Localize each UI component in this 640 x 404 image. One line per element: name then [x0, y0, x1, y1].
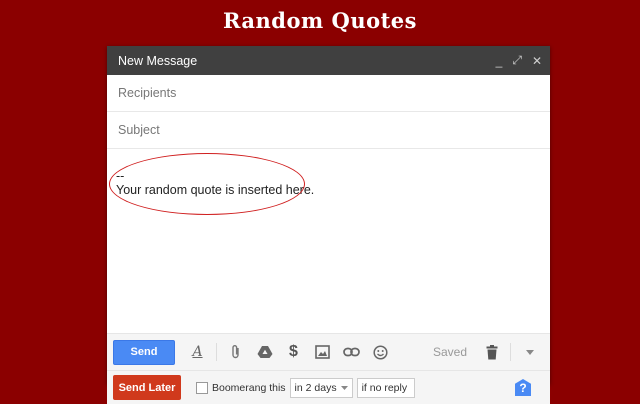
boomerang-checkbox[interactable] — [196, 381, 208, 394]
expand-icon[interactable]: ⤢ — [512, 53, 522, 68]
recipients-input[interactable] — [116, 85, 540, 101]
toolbar-separator — [216, 343, 217, 361]
money-icon[interactable]: $ — [279, 343, 308, 361]
message-body[interactable]: -- Your random quote is inserted here. — [107, 149, 550, 313]
subject-row — [107, 112, 550, 149]
compose-toolbar: Send A $ Saved — [107, 333, 550, 370]
drive-icon[interactable] — [250, 345, 279, 359]
condition-select[interactable]: if no reply — [356, 377, 415, 398]
send-later-button[interactable]: Send Later — [113, 375, 181, 400]
interval-select[interactable]: in 2 days — [289, 377, 353, 398]
money-glyph: $ — [289, 343, 298, 360]
chevron-down-icon — [340, 385, 348, 390]
formatting-icon[interactable]: A — [183, 344, 212, 360]
saved-status: Saved — [432, 345, 467, 359]
minimize-icon[interactable]: _ — [496, 54, 503, 68]
subject-input[interactable] — [116, 122, 540, 138]
send-button[interactable]: Send — [113, 339, 175, 365]
attachment-icon[interactable] — [221, 344, 250, 360]
photo-icon[interactable] — [308, 345, 337, 359]
close-icon[interactable]: ✕ — [532, 54, 542, 68]
page-title: Random Quotes — [223, 8, 417, 33]
compose-window: New Message _ ⤢ ✕ -- Your random quote i… — [107, 46, 550, 404]
more-options-icon[interactable] — [515, 349, 544, 355]
compose-title: New Message — [118, 53, 198, 68]
condition-value: if no reply — [361, 381, 408, 394]
formatting-glyph: A — [192, 344, 203, 360]
boomerang-bar: Send Later Boomerang this in 2 days if n… — [107, 370, 550, 404]
boomerang-label: Boomerang this — [212, 381, 286, 394]
trash-icon[interactable] — [477, 344, 506, 360]
recipients-row — [107, 75, 550, 112]
compose-titlebar[interactable]: New Message _ ⤢ ✕ — [107, 46, 550, 75]
toolbar-separator-2 — [510, 343, 511, 361]
help-icon[interactable]: ? — [515, 379, 531, 396]
emoji-icon[interactable] — [366, 344, 395, 360]
highlight-ellipse — [109, 153, 305, 215]
interval-value: in 2 days — [294, 381, 337, 394]
link-icon[interactable] — [337, 347, 366, 357]
